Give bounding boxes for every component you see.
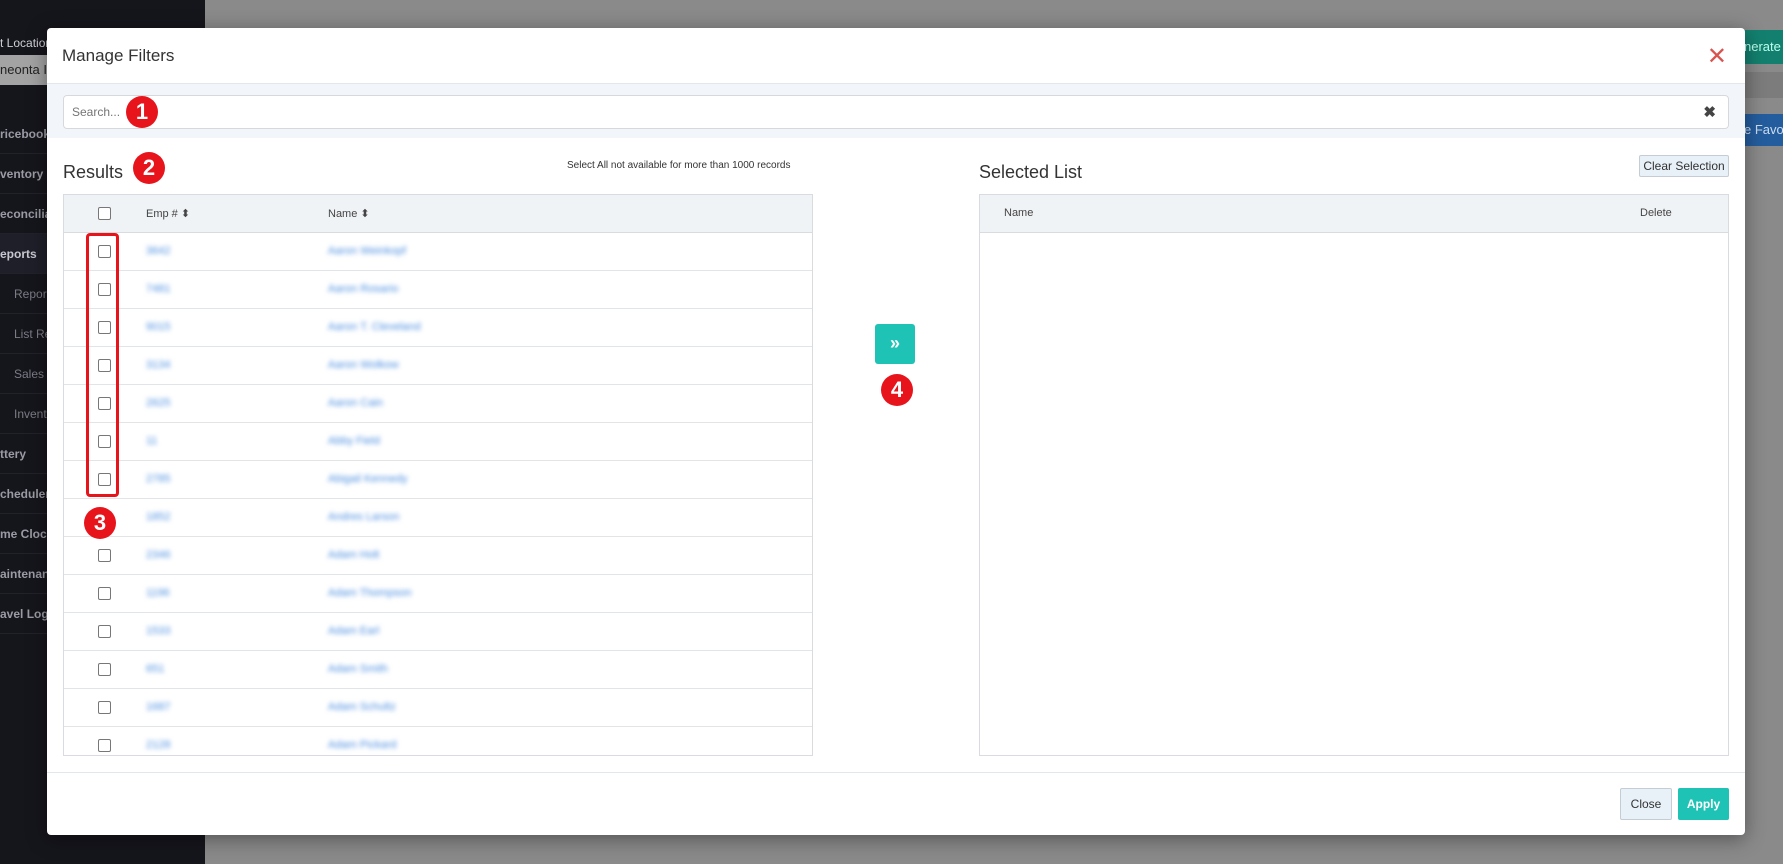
employee-name[interactable]: Adam Holt (328, 549, 379, 561)
employee-name[interactable]: Adam Thompson (328, 587, 412, 599)
table-row[interactable]: 2785 Abigail Kennedy (64, 461, 812, 499)
selected-name-header: Name (1004, 207, 1034, 219)
emp-number[interactable]: 2346 (146, 549, 170, 561)
employee-name[interactable]: Aaron Weinkopf (328, 245, 406, 257)
modal-title: Manage Filters (62, 46, 175, 65)
table-row[interactable]: 1687 Adam Schultz (64, 689, 812, 727)
emp-number[interactable]: 2128 (146, 739, 170, 751)
search-box: ✖ (63, 95, 1729, 129)
bg-strip (1745, 72, 1783, 98)
emp-number[interactable]: 1196 (146, 587, 170, 599)
clear-selection-button[interactable]: Clear Selection (1639, 155, 1729, 177)
employee-name[interactable]: Abby Field (328, 435, 380, 447)
move-selected-button[interactable]: » (875, 324, 915, 364)
row-checkbox[interactable] (98, 663, 111, 676)
emp-number[interactable]: 11 (146, 435, 157, 447)
table-row[interactable]: 2128 Adam Pickard (64, 727, 812, 755)
annotation-4: 4 (881, 374, 913, 406)
table-row[interactable]: 1196 Adam Thompson (64, 575, 812, 613)
close-icon[interactable]: ✕ (1707, 42, 1727, 71)
results-table: Emp # ⬍ Name ⬍ 3642 Aaron Weinkopf 7481 Aar… (63, 194, 813, 756)
emp-number[interactable]: 2785 (146, 473, 170, 485)
table-row[interactable]: 1852 Andres Larson (64, 499, 812, 537)
employee-name[interactable]: Adam Schultz (328, 701, 396, 713)
row-checkbox[interactable] (98, 625, 111, 638)
emp-number[interactable]: 1687 (146, 701, 170, 713)
emp-number[interactable]: 9015 (146, 321, 170, 333)
table-row[interactable]: 2346 Adam Holt (64, 537, 812, 575)
selected-delete-header: Delete (1640, 207, 1672, 219)
employee-name[interactable]: Andres Larson (328, 511, 400, 523)
generate-button[interactable]: nerate I (1740, 30, 1783, 64)
location-label: t Location (0, 36, 53, 50)
results-title: Results (63, 162, 124, 182)
row-checkbox[interactable] (98, 587, 111, 600)
clear-search-icon[interactable]: ✖ (1703, 103, 1716, 121)
employee-name[interactable]: Adam Earl (328, 625, 379, 637)
employee-name[interactable]: Aaron T. Cleveland (328, 321, 421, 333)
emp-number[interactable]: 3642 (146, 245, 170, 257)
annotation-3: 3 (84, 507, 116, 539)
select-all-checkbox[interactable] (98, 207, 111, 220)
annotation-box (86, 233, 119, 497)
employee-name[interactable]: Adam Pickard (328, 739, 396, 751)
table-row[interactable]: 9015 Aaron T. Cleveland (64, 309, 812, 347)
annotation-1: 1 (126, 96, 158, 128)
emp-number[interactable]: 3134 (146, 359, 170, 371)
search-input[interactable] (64, 96, 1664, 128)
table-row[interactable]: 1533 Adam Earl (64, 613, 812, 651)
emp-number[interactable]: 1852 (146, 511, 170, 523)
close-button[interactable]: Close (1620, 788, 1672, 820)
favorite-button[interactable]: e Favor (1740, 114, 1783, 146)
row-checkbox[interactable] (98, 701, 111, 714)
table-row[interactable]: 3642 Aaron Weinkopf (64, 233, 812, 271)
selected-table: Name Delete (979, 194, 1729, 756)
table-row[interactable]: 2625 Aaron Cain (64, 385, 812, 423)
employee-name[interactable]: Abigail Kennedy (328, 473, 408, 485)
sort-emp-header[interactable]: Emp # ⬍ (146, 207, 190, 220)
sort-name-header[interactable]: Name ⬍ (328, 207, 370, 220)
table-row[interactable]: 3134 Aaron Wolkow (64, 347, 812, 385)
employee-name[interactable]: Adam Smith (328, 663, 388, 675)
emp-number[interactable]: 7481 (146, 283, 170, 295)
emp-number[interactable]: 651 (146, 663, 164, 675)
employee-name[interactable]: Aaron Cain (328, 397, 383, 409)
emp-number[interactable]: 2625 (146, 397, 170, 409)
row-checkbox[interactable] (98, 739, 111, 752)
table-row[interactable]: 11 Abby Field (64, 423, 812, 461)
emp-number[interactable]: 1533 (146, 625, 170, 637)
manage-filters-modal: Manage Filters ✕ ✖ Results Select All no… (47, 28, 1745, 835)
table-row[interactable]: 7481 Aaron Rosario (64, 271, 812, 309)
employee-name[interactable]: Aaron Wolkow (328, 359, 399, 371)
annotation-2: 2 (133, 152, 165, 184)
table-row[interactable]: 651 Adam Smith (64, 651, 812, 689)
select-all-note: Select All not available for more than 1… (567, 160, 791, 171)
employee-name[interactable]: Aaron Rosario (328, 283, 398, 295)
apply-button[interactable]: Apply (1678, 788, 1729, 820)
row-checkbox[interactable] (98, 549, 111, 562)
selected-list-title: Selected List (979, 162, 1083, 182)
